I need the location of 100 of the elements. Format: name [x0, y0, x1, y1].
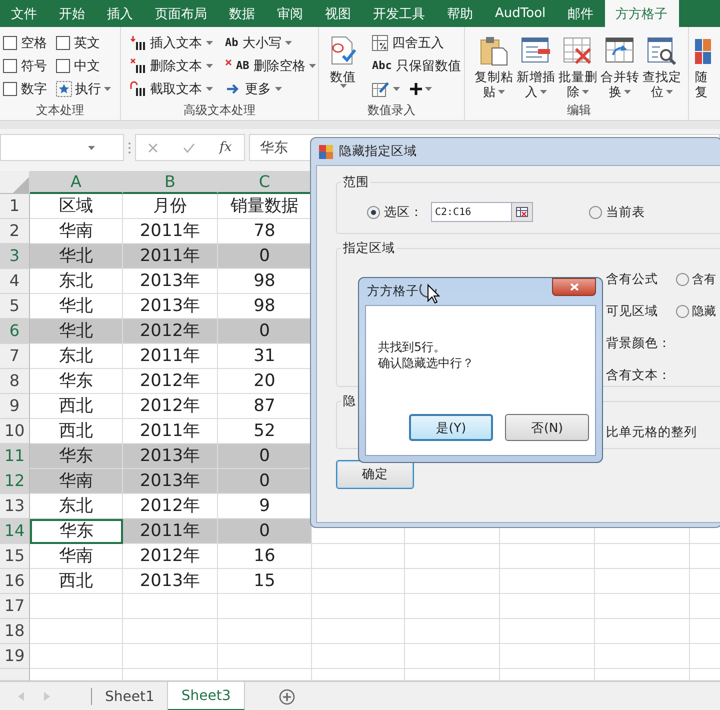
row-header[interactable]: 11 [0, 444, 30, 469]
range-picker-button[interactable] [511, 203, 532, 221]
table-cell: 华南 [30, 469, 123, 494]
ribbon-tab[interactable]: 插入 [96, 0, 144, 27]
ribbon-tab[interactable]: 开始 [48, 0, 96, 27]
check-icon[interactable] [182, 142, 195, 152]
table-cell: 2011年 [123, 244, 218, 269]
menu-button[interactable]: Ab 大小写 [225, 34, 316, 52]
dialog-button[interactable]: 是(Y) [409, 414, 493, 441]
ribbon-button[interactable]: 查找定 位 [640, 31, 683, 103]
column-header[interactable]: C [218, 171, 312, 194]
app-icon [319, 144, 333, 158]
table-cell: 2013年 [123, 469, 218, 494]
ribbon-tab[interactable]: 帮助 [436, 0, 484, 27]
add-sheet-icon[interactable] [278, 688, 295, 704]
condition-label: 背景颜色： [606, 334, 672, 352]
ribbon-button[interactable]: 新增插 入 [514, 31, 557, 103]
table-cell: 2011年 [123, 344, 218, 369]
menu-button[interactable]: 截取文本 [130, 80, 213, 98]
group-label: 编辑 [566, 103, 591, 119]
checkbox[interactable]: 数字 [3, 80, 56, 98]
find-icon [646, 35, 678, 67]
table-icon [372, 34, 388, 50]
ribbon-tab[interactable]: 文件 [0, 0, 48, 27]
sheet-tab[interactable]: Sheet3 [168, 682, 245, 710]
message-box-title: 方方格子 [367, 283, 419, 300]
row-header[interactable]: 6 [0, 319, 30, 344]
checkbox[interactable]: 中文 [56, 56, 116, 74]
text-tool-icon [130, 80, 146, 96]
row-header[interactable]: 7 [0, 344, 30, 369]
ribbon-button[interactable]: 合并转 换 [598, 31, 641, 103]
table-cell: 2012年 [123, 319, 218, 344]
checkbox[interactable]: 空格 [3, 34, 56, 52]
row-header[interactable]: 19 [0, 644, 30, 669]
close-button[interactable] [552, 278, 596, 296]
row-header[interactable]: 14 [0, 519, 30, 544]
menu-button[interactable]: Abc 只保留数值 [372, 56, 461, 74]
row-header[interactable]: 15 [0, 544, 30, 569]
ribbon-tab[interactable]: AudTool [484, 0, 557, 27]
row-header[interactable]: 4 [0, 269, 30, 294]
row-header[interactable]: 2 [0, 219, 30, 244]
column-header[interactable]: B [123, 171, 218, 194]
caret-icon [285, 40, 292, 44]
menu-button[interactable]: AB 删除空格 [225, 56, 316, 74]
range-field[interactable]: C2:C16 [431, 202, 533, 222]
table-cell: 15 [218, 569, 312, 594]
row-header[interactable]: 12 [0, 469, 30, 494]
ribbon-tab[interactable]: 方方格子 [604, 0, 679, 27]
table-cell: 2012年 [123, 394, 218, 419]
caret-icon [206, 64, 213, 68]
text-tool-icon [130, 34, 146, 50]
ribbon-tab[interactable]: 审阅 [266, 0, 314, 27]
name-box[interactable] [0, 134, 124, 161]
column-header[interactable]: A [30, 171, 123, 194]
edit-button[interactable] [372, 80, 400, 96]
row-header[interactable]: 3 [0, 244, 30, 269]
ribbon-tab[interactable]: 视图 [314, 0, 362, 27]
message-text: 共找到5行。 [378, 339, 447, 355]
scroll-left-icon[interactable] [18, 692, 24, 701]
radio-button[interactable]: 选区： [367, 204, 423, 220]
row-header[interactable]: 9 [0, 394, 30, 419]
row-header[interactable]: 13 [0, 494, 30, 519]
ribbon-button[interactable]: 批量删 除 [556, 31, 599, 103]
table-cell: 0 [218, 469, 312, 494]
ribbon-tab[interactable]: 页面布局 [144, 0, 218, 27]
radio-button[interactable]: 含有 [676, 270, 716, 288]
row-header[interactable]: 10 [0, 419, 30, 444]
run-button[interactable]: 执行 [56, 80, 116, 98]
plus-icon [410, 82, 422, 94]
row-header[interactable]: 5 [0, 294, 30, 319]
radio-button[interactable]: 隐藏 [676, 302, 716, 320]
table-cell: 16 [218, 544, 312, 569]
dialog-button[interactable]: 否(N) [505, 414, 589, 441]
group-label: 高级文本处理 [184, 103, 256, 119]
radio-button[interactable]: 当前表 [589, 204, 645, 220]
menu-button[interactable]: 插入文本 [130, 34, 213, 52]
function-button[interactable]: fx [220, 140, 232, 155]
row-header[interactable]: 17 [0, 594, 30, 619]
add-button[interactable] [410, 82, 432, 94]
row-header[interactable]: 1 [0, 194, 30, 219]
menu-button[interactable]: 四舍五入 [372, 34, 461, 52]
menu-button[interactable]: 更多 [225, 80, 316, 98]
table-cell: 2013年 [123, 269, 218, 294]
ribbon-button[interactable]: 复制粘 贴 [472, 31, 515, 103]
ok-button[interactable]: 确定 [336, 460, 414, 489]
table-cell: 区域 [30, 194, 123, 219]
scroll-right-icon[interactable] [44, 692, 50, 701]
row-header[interactable]: 16 [0, 569, 30, 594]
row-header[interactable] [0, 669, 30, 681]
ribbon-button[interactable]: 随 复 [695, 31, 717, 120]
row-header[interactable]: 18 [0, 619, 30, 644]
close-icon[interactable] [148, 142, 158, 152]
ribbon-tab[interactable]: 开发工具 [362, 0, 436, 27]
number-button[interactable]: 数值 [322, 31, 364, 103]
checkbox[interactable]: 符号 [3, 56, 56, 74]
ribbon-tab[interactable]: 邮件 [556, 0, 605, 27]
menu-button[interactable]: 删除文本 [130, 56, 213, 74]
ribbon-tab[interactable]: 数据 [218, 0, 266, 27]
checkbox[interactable]: 英文 [56, 34, 116, 52]
row-header[interactable]: 8 [0, 369, 30, 394]
